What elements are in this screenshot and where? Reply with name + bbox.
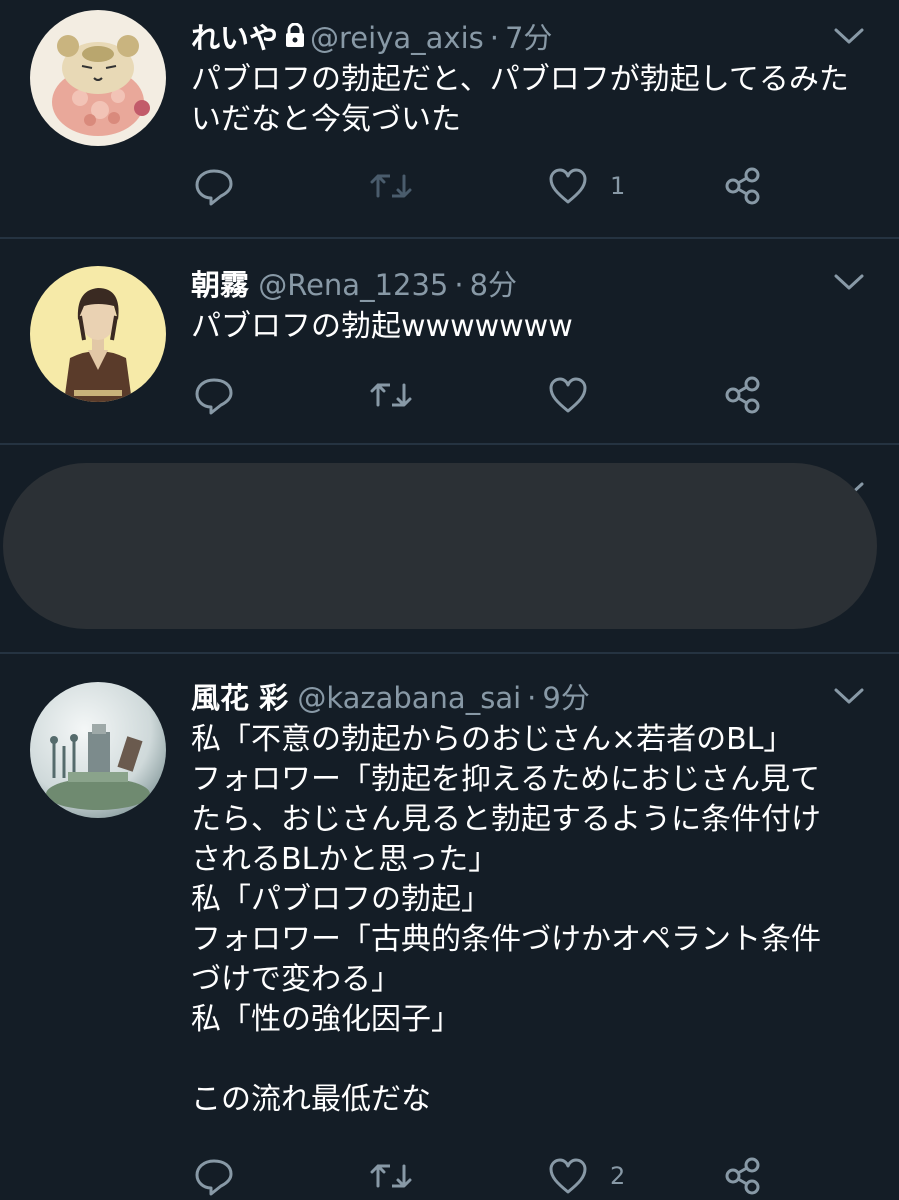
- tweet-header: 朝霧 @Rena_1235 · 8分: [191, 263, 517, 307]
- retweet-icon[interactable]: [368, 166, 414, 206]
- tweet-text: 私「不意の勃起からのおじさん×若者のBL」 フォロワー「勃起を抑えるためにおじさ…: [191, 720, 891, 1120]
- timestamp[interactable]: 7分: [505, 21, 552, 55]
- tweet-header: れいや @reiya_axis · 7分: [191, 16, 552, 60]
- tweet-text-line: フォロワー「古典的条件づけかオペラント条件: [191, 922, 821, 957]
- reply-icon[interactable]: [193, 166, 235, 206]
- tweet-text-line: づけで変わる」: [191, 962, 401, 997]
- tweet-text-line: フォロワー「勃起を抑えるためにおじさん見て: [191, 762, 821, 797]
- display-name[interactable]: 風花 彩: [191, 681, 288, 715]
- tweet-text-line: 私「不意の勃起からのおじさん×若者のBL」: [191, 722, 794, 757]
- reply-icon[interactable]: [193, 1156, 235, 1196]
- chevron-down-icon[interactable]: [832, 24, 866, 48]
- share-icon[interactable]: [722, 1156, 764, 1196]
- tweet-text-line: この流れ最低だな: [191, 1082, 431, 1117]
- display-name[interactable]: れいや: [191, 21, 278, 55]
- tweet-text-line: 私「性の強化因子」: [191, 1002, 461, 1037]
- lock-icon: [284, 15, 306, 59]
- reply-icon[interactable]: [193, 375, 235, 415]
- avatar-image: [30, 266, 166, 402]
- redacted-tweet: [3, 463, 877, 629]
- tweet-text-line: [191, 1040, 891, 1080]
- avatar[interactable]: [30, 10, 166, 146]
- tweet-header: 風花 彩 @kazabana_sai · 9分: [191, 676, 590, 720]
- heart-icon[interactable]: [547, 375, 589, 415]
- user-handle[interactable]: @kazabana_sai: [297, 681, 521, 715]
- user-handle[interactable]: @Rena_1235: [258, 268, 448, 302]
- tweet-text-line: されるBLかと思った」: [191, 842, 499, 877]
- avatar[interactable]: [30, 682, 166, 818]
- tweet-4[interactable]: 風花 彩 @kazabana_sai · 9分 私「不意の勃起からのおじさん×若者の…: [0, 654, 899, 1200]
- heart-icon[interactable]: [547, 1156, 589, 1196]
- separator: ·: [489, 21, 499, 55]
- avatar-image: [30, 682, 166, 818]
- avatar[interactable]: [30, 266, 166, 402]
- user-handle[interactable]: @reiya_axis: [310, 21, 484, 55]
- tweet-1[interactable]: れいや @reiya_axis · 7分 パブロフの勃起だと、パブロフが勃起してるみた…: [0, 0, 899, 238]
- avatar-image: [30, 10, 166, 146]
- tweet-text-line: たら、おじさん見ると勃起するように条件付け: [191, 802, 821, 837]
- tweet-2[interactable]: 朝霧 @Rena_1235 · 8分 パブロフの勃起wwwwwww: [0, 239, 899, 444]
- retweet-icon[interactable]: [368, 375, 414, 415]
- tweet-text: パブロフの勃起wwwwwww: [191, 309, 573, 344]
- like-count: 1: [610, 172, 626, 200]
- display-name[interactable]: 朝霧: [191, 268, 249, 302]
- share-icon[interactable]: [722, 375, 764, 415]
- heart-icon[interactable]: [547, 166, 589, 206]
- separator: ·: [527, 681, 537, 715]
- timestamp[interactable]: 8分: [470, 268, 517, 302]
- chevron-down-icon[interactable]: [832, 684, 866, 708]
- timestamp[interactable]: 9分: [542, 681, 589, 715]
- share-icon[interactable]: [722, 166, 764, 206]
- tweet-text-line: 私「パブロフの勃起」: [191, 882, 491, 917]
- separator: ·: [454, 268, 464, 302]
- retweet-icon[interactable]: [368, 1156, 414, 1196]
- divider: [0, 443, 899, 445]
- tweet-text: パブロフの勃起だと、パブロフが勃起してるみたいだなと今気づいた: [191, 62, 849, 137]
- chevron-down-icon[interactable]: [832, 270, 866, 294]
- like-count: 2: [610, 1162, 626, 1190]
